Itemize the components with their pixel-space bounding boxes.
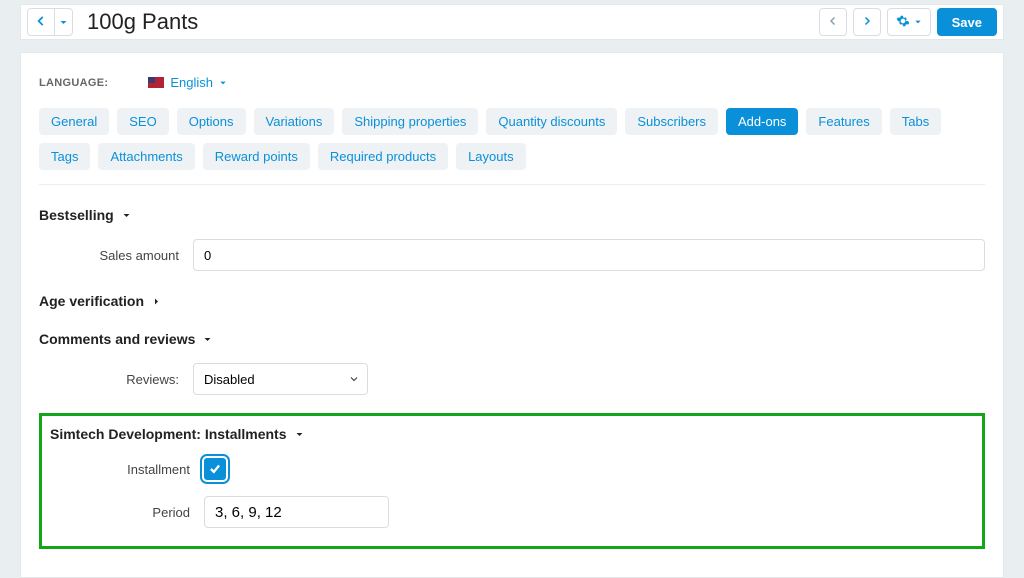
installment-label: Installment	[50, 462, 190, 477]
check-icon	[208, 462, 222, 476]
row-reviews: Reviews: Disabled	[39, 363, 985, 395]
period-input[interactable]	[204, 496, 389, 528]
tab-general[interactable]: General	[39, 108, 109, 135]
tab-reward-points[interactable]: Reward points	[203, 143, 310, 170]
caret-down-icon	[203, 335, 212, 344]
main-panel: LANGUAGE: English General SEO Options Va…	[20, 52, 1004, 578]
tab-add-ons[interactable]: Add-ons	[726, 108, 798, 135]
reviews-label: Reviews:	[39, 372, 179, 387]
tab-required-products[interactable]: Required products	[318, 143, 448, 170]
tab-tags[interactable]: Tags	[39, 143, 90, 170]
sales-amount-label: Sales amount	[39, 248, 179, 263]
caret-down-icon	[122, 211, 131, 220]
tab-tabs[interactable]: Tabs	[890, 108, 941, 135]
tab-variations[interactable]: Variations	[254, 108, 335, 135]
row-installment: Installment	[50, 458, 974, 480]
section-installments-title: Simtech Development: Installments	[50, 426, 287, 442]
caret-down-icon	[914, 18, 922, 26]
row-sales-amount: Sales amount	[39, 239, 985, 271]
language-current: English	[170, 75, 213, 90]
caret-down-icon	[219, 79, 227, 87]
language-label: LANGUAGE:	[39, 77, 108, 89]
section-comments-title: Comments and reviews	[39, 331, 195, 347]
caret-right-icon	[152, 297, 161, 306]
section-installments-toggle[interactable]: Simtech Development: Installments	[50, 426, 974, 442]
highlight-installments: Simtech Development: Installments Instal…	[39, 413, 985, 549]
reviews-select[interactable]: Disabled	[193, 363, 368, 395]
settings-button[interactable]	[887, 8, 931, 36]
caret-down-icon	[59, 18, 68, 27]
back-button-group	[27, 8, 73, 36]
section-comments: Comments and reviews Reviews: Disabled	[39, 331, 985, 395]
tabs: General SEO Options Variations Shipping …	[39, 108, 985, 185]
top-right-controls: Save	[819, 8, 997, 36]
chevron-left-icon	[827, 15, 839, 30]
language-row: LANGUAGE: English	[39, 75, 985, 90]
arrow-left-icon	[34, 14, 48, 31]
tab-shipping-properties[interactable]: Shipping properties	[342, 108, 478, 135]
section-comments-toggle[interactable]: Comments and reviews	[39, 331, 985, 347]
row-period: Period	[50, 496, 974, 528]
tab-subscribers[interactable]: Subscribers	[625, 108, 718, 135]
section-bestselling-title: Bestselling	[39, 207, 114, 223]
section-age-verification-toggle[interactable]: Age verification	[39, 293, 985, 309]
installment-checkbox[interactable]	[204, 458, 226, 480]
next-record-button[interactable]	[853, 8, 881, 36]
tab-features[interactable]: Features	[806, 108, 881, 135]
caret-down-icon	[295, 430, 304, 439]
back-button[interactable]	[27, 8, 55, 36]
section-age-verification: Age verification	[39, 293, 985, 309]
gear-icon	[896, 14, 910, 31]
top-bar: 100g Pants Save	[20, 4, 1004, 40]
section-bestselling-toggle[interactable]: Bestselling	[39, 207, 985, 223]
save-button[interactable]: Save	[937, 8, 997, 36]
tab-attachments[interactable]: Attachments	[98, 143, 194, 170]
tab-quantity-discounts[interactable]: Quantity discounts	[486, 108, 617, 135]
tab-layouts[interactable]: Layouts	[456, 143, 526, 170]
prev-record-button[interactable]	[819, 8, 847, 36]
flag-us-icon	[148, 77, 164, 88]
language-picker[interactable]: English	[148, 75, 227, 90]
page-title: 100g Pants	[87, 9, 198, 35]
chevron-right-icon	[861, 15, 873, 30]
section-age-verification-title: Age verification	[39, 293, 144, 309]
period-label: Period	[50, 505, 190, 520]
section-bestselling: Bestselling Sales amount	[39, 207, 985, 271]
sales-amount-input[interactable]	[193, 239, 985, 271]
back-menu-button[interactable]	[55, 8, 73, 36]
tab-seo[interactable]: SEO	[117, 108, 168, 135]
tab-options[interactable]: Options	[177, 108, 246, 135]
